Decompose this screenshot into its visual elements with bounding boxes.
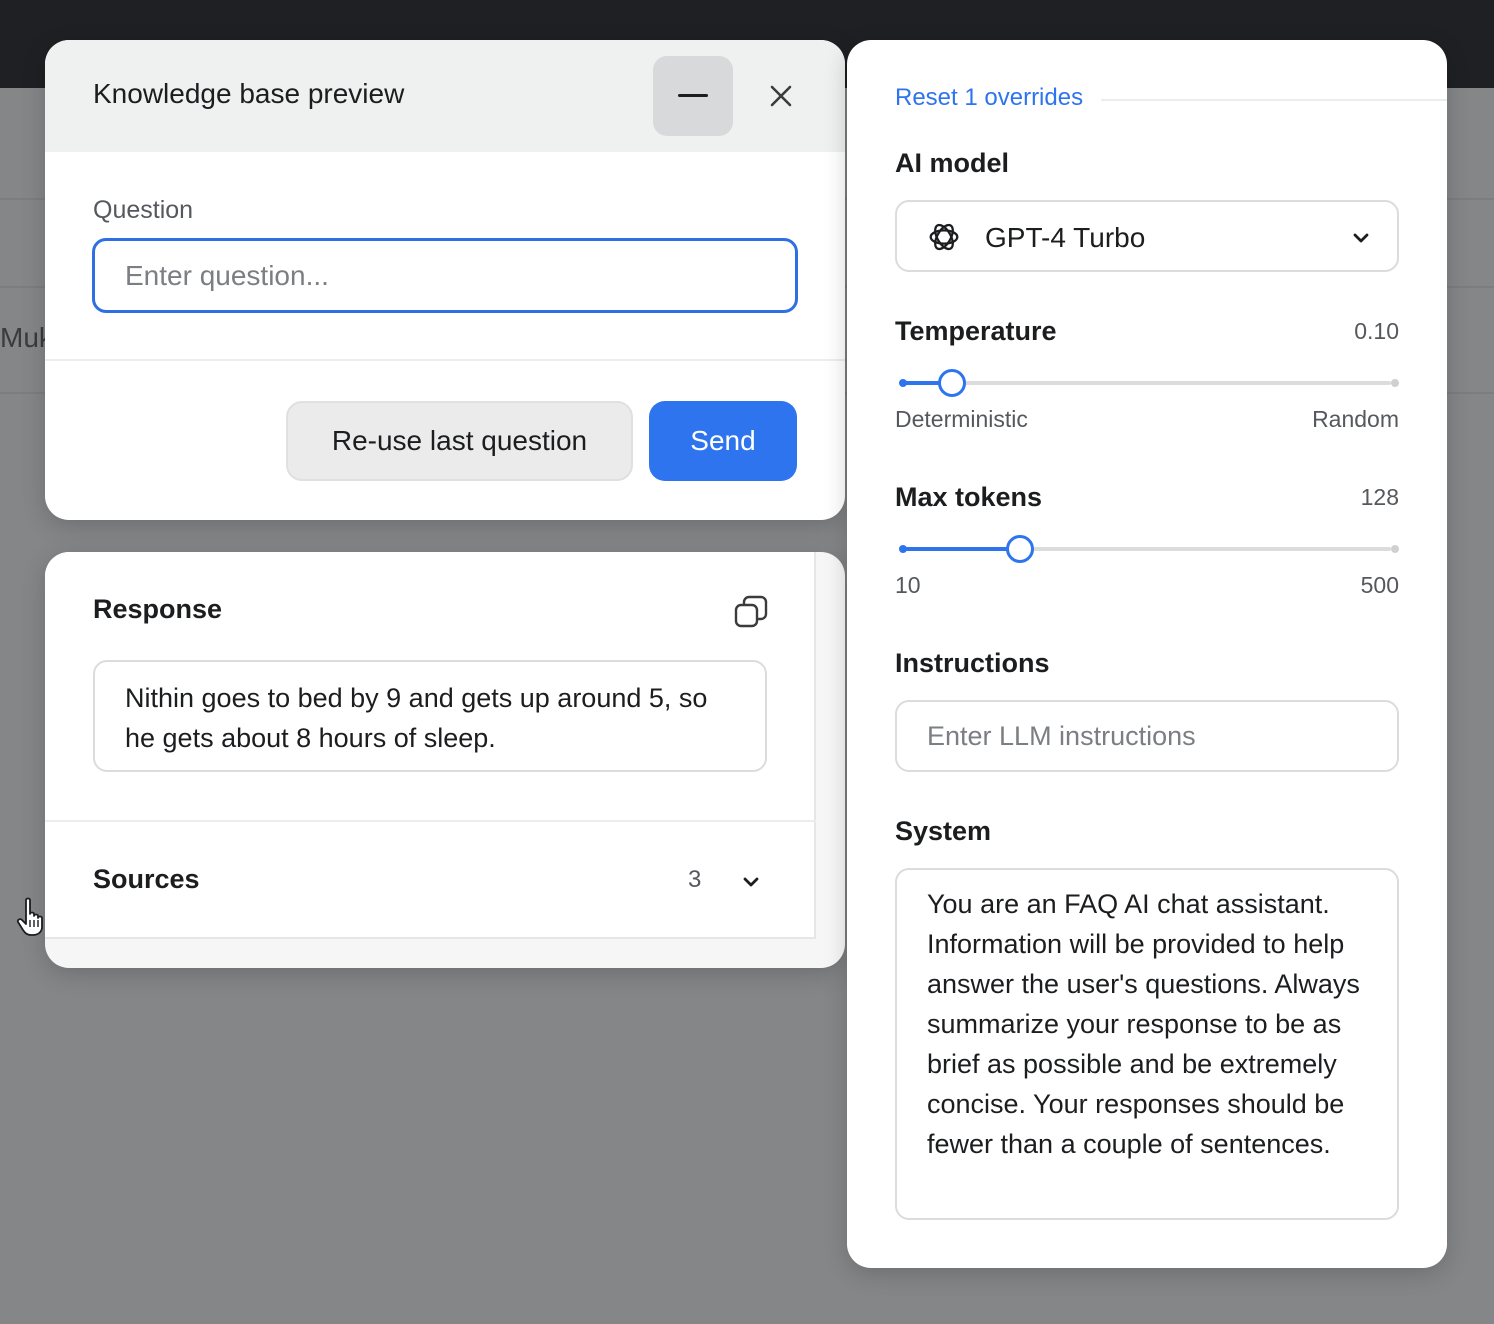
max-tokens-min-label: 10 <box>895 572 921 598</box>
copy-button[interactable] <box>731 592 771 632</box>
question-label: Question <box>93 196 194 224</box>
sources-toggle[interactable]: Sources 3 <box>45 822 816 938</box>
instructions-input[interactable] <box>895 700 1399 772</box>
model-settings-panel: Reset 1 overrides AI model GPT-4 Turbo T… <box>847 40 1447 1268</box>
minus-icon <box>678 94 708 97</box>
slider-thumb[interactable] <box>937 369 966 397</box>
slider-track <box>903 381 1391 385</box>
ai-model-select[interactable]: GPT-4 Turbo <box>895 200 1399 272</box>
instructions-label: Instructions <box>895 648 1050 678</box>
system-prompt-field[interactable]: You are an FAQ AI chat assistant. Inform… <box>895 868 1399 1220</box>
ai-model-value: GPT-4 Turbo <box>985 222 1146 253</box>
temperature-max-label: Random <box>1312 406 1399 432</box>
temperature-min-label: Deterministic <box>895 406 1028 432</box>
question-input[interactable] <box>92 238 798 313</box>
chevron-down-icon <box>737 868 765 896</box>
reset-overrides-link[interactable]: Reset 1 overrides <box>895 84 1083 112</box>
response-content: Response Nithin goes to bed by 9 and get… <box>45 552 816 939</box>
ai-model-label: AI model <box>895 148 1010 178</box>
sources-count: 3 <box>688 866 702 893</box>
copy-icon <box>734 595 768 628</box>
chevron-down-icon <box>1347 224 1375 252</box>
max-tokens-max-label: 500 <box>1360 572 1399 598</box>
slider-end-dot <box>1391 545 1399 553</box>
divider <box>1101 99 1447 101</box>
slider-thumb[interactable] <box>1006 535 1035 563</box>
panel-header: Knowledge base preview <box>45 40 845 152</box>
divider <box>45 359 845 361</box>
slider-start-dot <box>899 379 907 387</box>
temperature-slider[interactable] <box>895 368 1399 398</box>
temperature-label: Temperature <box>895 316 1057 346</box>
minimize-button[interactable] <box>653 56 733 136</box>
reuse-last-question-button[interactable]: Re-use last question <box>286 401 633 481</box>
response-title: Response <box>93 594 223 624</box>
temperature-value: 0.10 <box>1354 318 1399 344</box>
sources-label: Sources <box>93 864 200 894</box>
response-text: Nithin goes to bed by 9 and gets up arou… <box>93 660 767 772</box>
panel-title: Knowledge base preview <box>93 78 405 109</box>
slider-start-dot <box>899 545 907 553</box>
response-panel: Response Nithin goes to bed by 9 and get… <box>45 552 845 968</box>
system-label: System <box>895 816 992 846</box>
send-button[interactable]: Send <box>649 401 797 481</box>
max-tokens-slider[interactable] <box>895 534 1399 564</box>
openai-icon <box>929 223 959 251</box>
close-button[interactable] <box>761 76 801 116</box>
knowledge-base-preview-panel: Knowledge base preview Question Re-use l… <box>45 40 845 520</box>
hand-cursor-icon <box>16 897 43 936</box>
max-tokens-label: Max tokens <box>895 482 1043 512</box>
slider-fill <box>903 547 1021 551</box>
max-tokens-value: 128 <box>1360 484 1399 510</box>
close-icon <box>770 85 792 107</box>
slider-end-dot <box>1391 379 1399 387</box>
